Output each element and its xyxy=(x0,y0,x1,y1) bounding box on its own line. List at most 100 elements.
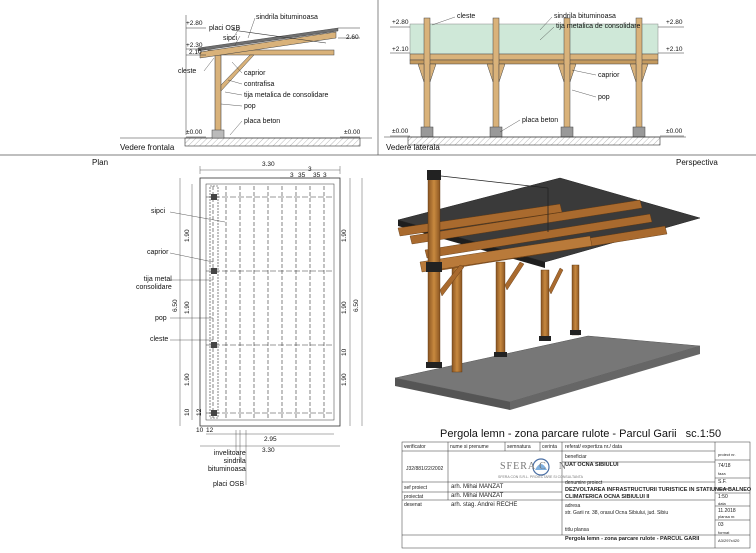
front-level-210: 2.10 xyxy=(189,49,202,56)
side-post-4 xyxy=(635,17,643,131)
tb-header-nume: nume si prenume xyxy=(450,444,489,450)
tb-plansa-label: titlu plansa xyxy=(565,527,589,533)
front-level-280: +2.80 xyxy=(186,20,203,27)
tb-format: A3/297x420 xyxy=(718,538,740,543)
tb-header-semnatura: semnatura xyxy=(507,444,531,450)
tb-faza: S.F. xyxy=(718,479,727,485)
tb-scara-label: scara xyxy=(718,486,728,491)
tb-plansa: Pergola lemn - zona parcare rulote - PAR… xyxy=(565,536,700,542)
side-label-tija: tija metalica de consolidare xyxy=(556,23,641,30)
front-level-000-left: ±0.00 xyxy=(186,129,203,136)
drawing-sheet xyxy=(0,0,756,549)
side-level-000-right: ±0.00 xyxy=(666,128,683,135)
front-label-caprior: caprior xyxy=(244,70,266,77)
side-level-210-left: +2.10 xyxy=(392,46,409,53)
tb-role-1: sef proiect xyxy=(404,485,428,491)
tb-role-2: proiectat xyxy=(404,494,424,500)
plan-dim-top-small-4: 35 xyxy=(313,172,321,179)
plan-label-caprior: caprior xyxy=(147,249,169,256)
tb-scara: 1:50 xyxy=(718,494,728,500)
plan-dim-left-a: 1.90 xyxy=(184,229,191,242)
side-view-title: Vedere laterala xyxy=(386,143,440,152)
side-level-210-right: +2.10 xyxy=(666,46,683,53)
side-label-placa: placa beton xyxy=(522,117,559,124)
tb-adresa: str. Garii nr. 38, orasul Ocna Sibiului,… xyxy=(565,510,669,516)
side-label-pop: pop xyxy=(598,94,610,101)
plan-dim-top: 3.30 xyxy=(262,161,275,168)
plan-dim-left-d: 10 xyxy=(184,408,191,416)
side-post-2 xyxy=(492,17,500,131)
front-level-230: +2.30 xyxy=(186,42,203,49)
tb-name-1: arh. Mihai MANZAT xyxy=(451,484,504,490)
tb-adresa-label: adresa xyxy=(565,503,581,509)
plan-label-sipci: sipci xyxy=(151,208,166,215)
plan-label-pop: pop xyxy=(155,315,167,322)
side-label-cleste: cleste xyxy=(457,13,476,20)
plan-dim-right-b: 1.90 xyxy=(341,301,348,314)
plan-outline xyxy=(199,177,341,427)
tb-proiect-nr: 74/18 xyxy=(718,463,731,469)
plan-title: Plan xyxy=(92,158,109,167)
tb-data-label: data xyxy=(718,501,726,506)
plan-dim-left-c: 1.90 xyxy=(184,373,191,386)
tb-header-referat: referat/ expertiza nr./ data xyxy=(565,444,622,450)
tb-proiect-label: denumire proiect xyxy=(565,480,603,486)
front-label-placa: placa beton xyxy=(244,118,281,125)
front-level-260: 2.60 xyxy=(346,34,359,41)
front-label-sipci: sipci xyxy=(223,35,238,42)
front-label-placi-osb: placi OSB xyxy=(209,25,241,32)
front-view-title: Vedere frontala xyxy=(120,143,175,152)
front-label-contrafisa: contrafisa xyxy=(244,81,275,88)
side-level-280-left: +2.80 xyxy=(392,19,409,26)
tb-plansa-nr: 03 xyxy=(718,522,724,528)
front-label-tija: tija metalica de consolidare xyxy=(244,92,329,99)
front-post xyxy=(214,54,222,139)
tb-company-name-a: SFERA C xyxy=(500,461,547,472)
plan-dim-top-small-5: 3 xyxy=(323,172,327,179)
plan-dim-right-d: 10 xyxy=(341,348,348,356)
plan-label-invelitoare: invelitoare sindrila bituminoasa xyxy=(208,450,246,473)
front-slab xyxy=(184,137,361,147)
plan-dim-left-e: 12 xyxy=(196,408,203,416)
tb-company-name: SFERA CN xyxy=(500,461,567,472)
side-level-280-right: +2.80 xyxy=(666,19,683,26)
plan-label-tija: tija metal consolidare xyxy=(136,276,172,291)
tb-role-3: desenat xyxy=(404,502,422,508)
plan-dim-right-a: 1.90 xyxy=(341,229,348,242)
drawing-title-text: Pergola lemn - zona parcare rulote - Par… xyxy=(440,428,677,440)
tb-beneficiar: UAT OCNA SIBIULUI xyxy=(565,462,619,468)
side-post-3 xyxy=(563,17,571,131)
front-label-pop: pop xyxy=(244,103,256,110)
plan-dim-right-c: 1.90 xyxy=(341,373,348,386)
tb-name-3: arh. stag. Andrei RECHE xyxy=(451,502,518,508)
tb-plansa-nr-label: plansa nr. xyxy=(718,514,736,519)
tb-format-label: format xyxy=(718,530,730,535)
side-label-sindrila: sindrila bituminoasa xyxy=(554,13,616,20)
side-level-000-left: ±0.00 xyxy=(392,128,409,135)
tb-proiect-nr-label: proiect nr. xyxy=(718,452,736,457)
front-label-cleste: cleste xyxy=(178,68,197,75)
plan-dim-bottom-small-2: 10 xyxy=(196,427,204,434)
plan-dim-top-small-1: 3 xyxy=(290,172,294,179)
perspective-title: Perspectiva xyxy=(676,158,718,167)
tb-beneficiar-label: beneficiar xyxy=(565,454,587,460)
plan-dim-bottom-outer: 3.30 xyxy=(262,447,275,454)
plan-dim-top-small-3: 3 xyxy=(308,166,312,173)
plan-dim-bottom-inner: 2.95 xyxy=(264,436,277,443)
front-label-sindrila: sindrila bituminoasa xyxy=(256,14,318,21)
plan-dim-right-total: 6.50 xyxy=(353,299,360,312)
tb-faza-label: faza xyxy=(718,471,726,476)
side-post-1 xyxy=(423,17,431,131)
side-cleste xyxy=(409,53,659,61)
plan-dim-top-small-2: 35 xyxy=(298,172,306,179)
plan-dim-left-total: 6.50 xyxy=(172,299,179,312)
persp-back-post-1 xyxy=(571,264,580,336)
drawing-title: Pergola lemn - zona parcare rulote - Par… xyxy=(440,428,721,440)
perspective-drawing xyxy=(394,170,701,410)
drawing-scale: sc.1:50 xyxy=(685,428,722,440)
tb-company-code: J32/881/22/2002 xyxy=(406,466,444,472)
plan-label-placi-osb: placi OSB xyxy=(213,481,245,488)
side-label-caprior: caprior xyxy=(598,72,620,79)
tb-header-cerinta: cerinta xyxy=(542,444,558,450)
front-level-000-right: ±0.00 xyxy=(344,129,361,136)
